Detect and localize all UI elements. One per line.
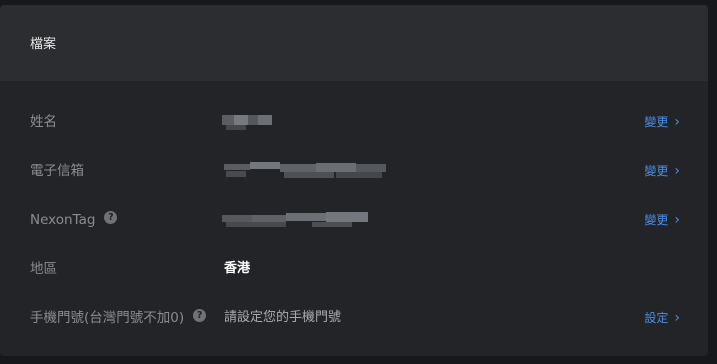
row-phone: 手機門號(台灣門號不加0) ? 請設定您的手機門號 設定 › bbox=[0, 306, 708, 330]
row-nexontag: NexonTag ? 變更 › bbox=[0, 208, 708, 232]
set-phone-label: 設定 bbox=[644, 311, 669, 325]
row-name: 姓名 變更 › bbox=[0, 110, 708, 134]
change-nexontag-label: 變更 bbox=[644, 213, 669, 227]
region-value: 香港 bbox=[224, 261, 251, 276]
chevron-right-icon: › bbox=[674, 114, 680, 130]
email-label: 電子信箱 bbox=[30, 163, 84, 179]
set-phone-button[interactable]: 設定 › bbox=[644, 306, 680, 330]
question-circle-icon[interactable]: ? bbox=[104, 210, 118, 224]
profile-panel: 檔案 姓名 變更 › 電子信箱 變更 › NexonTag ? 變更 › 地區 … bbox=[0, 5, 708, 356]
email-value-redacted bbox=[224, 159, 386, 183]
phone-label-text: 手機門號(台灣門號不加0) bbox=[30, 310, 185, 326]
change-email-label: 變更 bbox=[644, 164, 669, 178]
nexontag-value-redacted bbox=[222, 208, 368, 232]
nexontag-label: NexonTag ? bbox=[30, 208, 118, 232]
nexontag-label-text: NexonTag bbox=[30, 212, 96, 228]
panel-title: 檔案 bbox=[30, 36, 57, 52]
chevron-right-icon: › bbox=[674, 163, 680, 179]
row-email: 電子信箱 變更 › bbox=[0, 159, 708, 183]
name-value-redacted bbox=[222, 110, 272, 134]
region-label: 地區 bbox=[30, 261, 57, 277]
change-email-button[interactable]: 變更 › bbox=[644, 159, 680, 183]
question-circle-icon[interactable]: ? bbox=[193, 308, 207, 322]
change-nexontag-button[interactable]: 變更 › bbox=[644, 208, 680, 232]
name-label: 姓名 bbox=[30, 114, 57, 130]
panel-header: 檔案 bbox=[0, 5, 708, 81]
change-name-label: 變更 bbox=[644, 115, 669, 129]
row-region: 地區 香港 bbox=[0, 257, 708, 281]
phone-label: 手機門號(台灣門號不加0) ? bbox=[30, 306, 207, 330]
phone-value: 請設定您的手機門號 bbox=[224, 310, 342, 325]
chevron-right-icon: › bbox=[674, 212, 680, 228]
change-name-button[interactable]: 變更 › bbox=[644, 110, 680, 134]
chevron-right-icon: › bbox=[674, 310, 680, 326]
